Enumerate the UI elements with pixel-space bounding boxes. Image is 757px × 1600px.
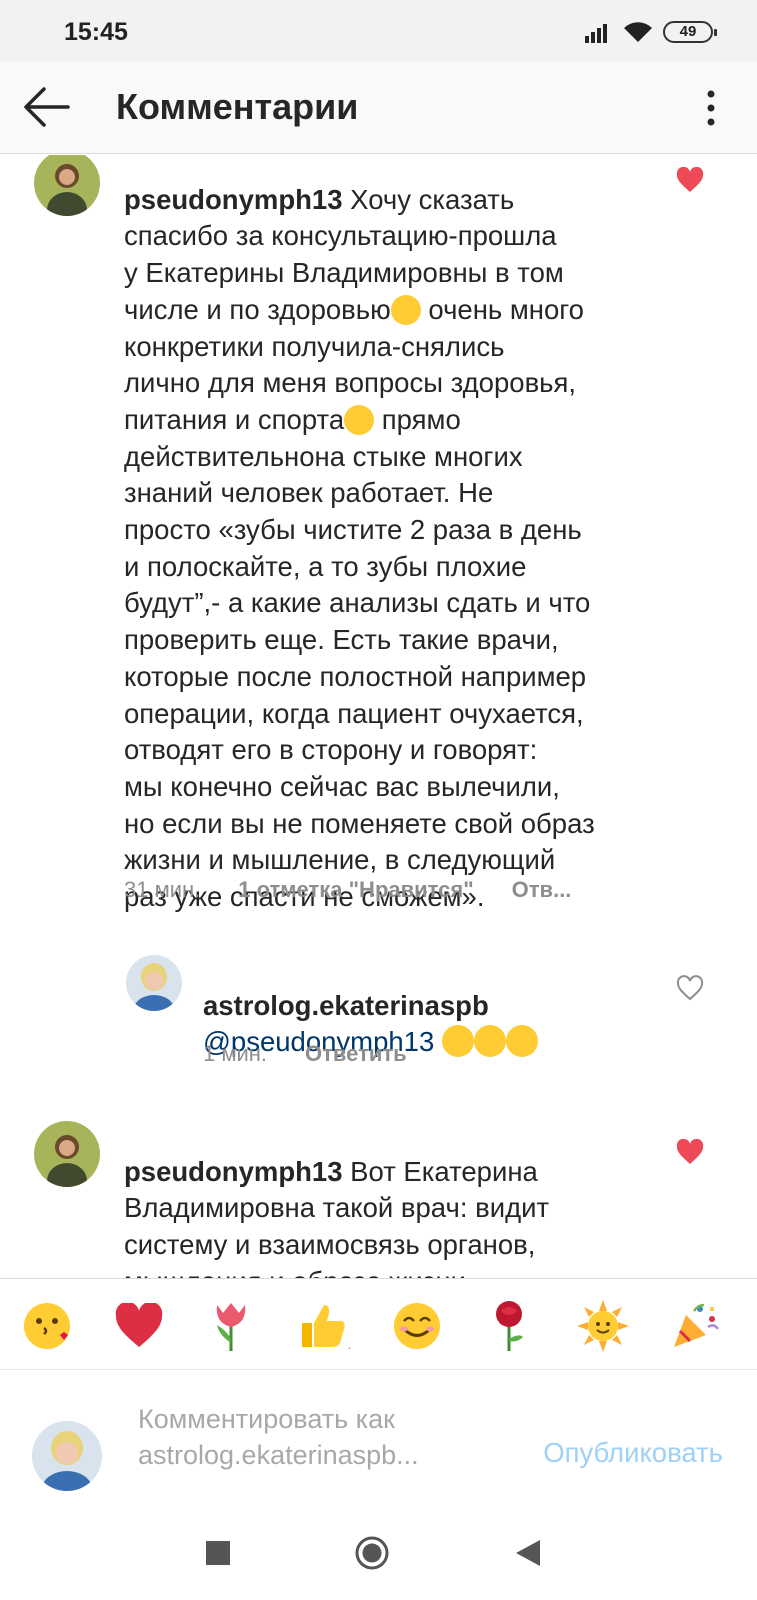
system-nav-bar: [0, 1501, 757, 1600]
comment-time: 31 мин.: [124, 877, 201, 902]
avatar: [32, 1421, 102, 1491]
reply-meta: 1 мин. Ответить: [203, 1041, 407, 1067]
reply-time: 1 мин.: [203, 1041, 268, 1066]
tulip-icon[interactable]: [204, 1299, 258, 1353]
comment-composer: Комментировать как astrolog.ekaterinaspb…: [0, 1371, 757, 1501]
kissing-face-icon: [505, 1025, 538, 1058]
status-time: 15:45: [64, 18, 128, 46]
comment-input[interactable]: Комментировать как astrolog.ekaterinaspb…: [138, 1401, 478, 1473]
rose-icon[interactable]: [482, 1299, 536, 1353]
heart-filled-icon[interactable]: [676, 1139, 704, 1165]
kissing-face-icon: [441, 1025, 474, 1058]
avatar[interactable]: [34, 155, 100, 216]
comment-meta: 31 мин. 1 отметка "Нравится" Отв...: [124, 877, 571, 903]
party-popper-icon[interactable]: [668, 1299, 722, 1353]
comment-text: pseudonymph13 Вот Екатерина Владимировна…: [124, 1155, 550, 1278]
comment-username[interactable]: pseudonymph13: [124, 184, 343, 215]
wifi-icon: [624, 22, 652, 42]
back-button[interactable]: [510, 1535, 546, 1571]
status-icons: 49: [585, 20, 717, 44]
ok-hand-icon: [344, 404, 375, 435]
avatar[interactable]: [34, 1121, 100, 1187]
likes-count[interactable]: 1 отметка "Нравится": [238, 877, 473, 903]
smiling-face-icon[interactable]: [390, 1299, 444, 1353]
kissing-face-icon[interactable]: [20, 1299, 74, 1353]
more-options-icon[interactable]: [699, 86, 723, 130]
reply-button[interactable]: Отв...: [512, 877, 572, 903]
reply-button[interactable]: Ответить: [305, 1041, 407, 1067]
comment-text: pseudonymph13 Хочу сказать спасибо за ко…: [124, 183, 595, 913]
back-arrow-icon[interactable]: [22, 84, 72, 130]
reply-username[interactable]: astrolog.ekaterinaspb: [203, 990, 489, 1021]
thumbs-up-icon[interactable]: [296, 1299, 350, 1353]
heart-filled-icon[interactable]: [676, 167, 704, 193]
quick-reactions-bar: [0, 1278, 757, 1370]
publish-button[interactable]: Опубликовать: [543, 1437, 723, 1469]
red-heart-icon[interactable]: [112, 1299, 166, 1353]
page-title: Комментарии: [116, 86, 359, 127]
comment-username[interactable]: pseudonymph13: [124, 1156, 343, 1187]
sun-icon[interactable]: [576, 1299, 630, 1353]
recent-apps-button[interactable]: [200, 1535, 236, 1571]
heart-outline-icon[interactable]: [676, 975, 704, 1001]
avatar[interactable]: [126, 955, 182, 1011]
app-header: Комментарии: [0, 62, 757, 154]
signal-icon: [585, 24, 607, 43]
comments-list: pseudonymph13 Хочу сказать спасибо за ко…: [0, 155, 757, 1278]
kissing-face-icon: [473, 1025, 506, 1058]
status-bar: 15:45 49: [0, 0, 757, 62]
thumbs-up-icon: [390, 294, 421, 325]
battery-icon: 49: [663, 21, 717, 43]
home-button[interactable]: [354, 1535, 390, 1571]
